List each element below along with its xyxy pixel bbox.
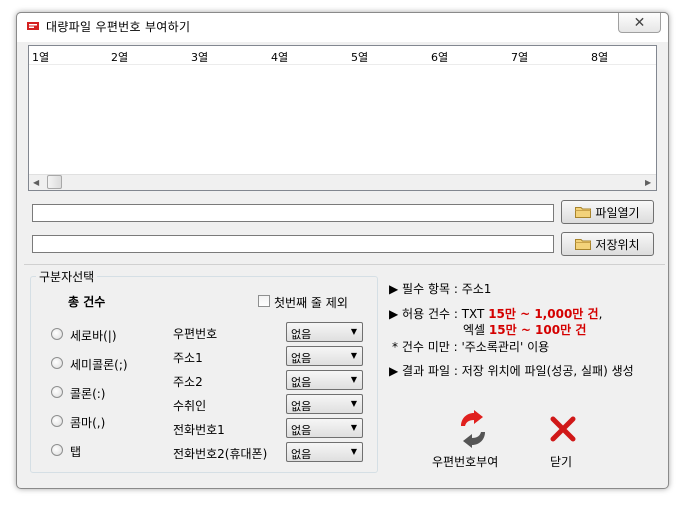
skip-first-row-checkbox[interactable] bbox=[258, 295, 270, 307]
field-label-recipient: 수취인 bbox=[173, 399, 207, 413]
grid-column-header[interactable]: 2열 bbox=[111, 49, 128, 65]
grid-column-header[interactable]: 7열 bbox=[511, 49, 528, 65]
select-value: 없음 bbox=[291, 424, 312, 437]
select-value: 없음 bbox=[291, 376, 312, 389]
chevron-down-icon: ▼ bbox=[350, 447, 357, 456]
folder-icon bbox=[575, 238, 592, 250]
total-count-label: 총 건수 bbox=[68, 295, 106, 309]
select-value: 없음 bbox=[291, 448, 312, 461]
chevron-down-icon: ▼ bbox=[350, 351, 357, 360]
select-value: 없음 bbox=[291, 400, 312, 413]
delimiter-option-label[interactable]: 콤마(,) bbox=[70, 414, 105, 431]
grid-column-header[interactable]: 4열 bbox=[271, 49, 288, 65]
phone1-column-select[interactable]: 없음 ▼ bbox=[286, 418, 363, 438]
address2-column-select[interactable]: 없음 ▼ bbox=[286, 370, 363, 390]
field-label-address2: 주소2 bbox=[173, 375, 203, 389]
select-value: 없음 bbox=[291, 328, 312, 341]
info-allowed-excel: 엑셀 15만 ~ 100만 건 bbox=[463, 321, 586, 338]
address1-column-select[interactable]: 없음 ▼ bbox=[286, 346, 363, 366]
skip-first-row-label[interactable]: 첫번째 줄 제외 bbox=[274, 294, 348, 311]
info-excel-prefix: 엑셀 bbox=[463, 323, 489, 337]
scroll-right-icon[interactable]: ▶ bbox=[645, 178, 651, 187]
close-button[interactable]: 닫기 bbox=[538, 412, 590, 470]
delimiter-radio[interactable] bbox=[51, 357, 63, 369]
grid-column-header[interactable]: 6열 bbox=[431, 49, 448, 65]
chevron-down-icon: ▼ bbox=[350, 327, 357, 336]
recipient-column-select[interactable]: 없음 ▼ bbox=[286, 394, 363, 414]
chevron-down-icon: ▼ bbox=[350, 375, 357, 384]
delimiter-group-legend: 구분자선택 bbox=[36, 268, 98, 285]
delimiter-radio[interactable] bbox=[51, 328, 63, 340]
grid-header: 1열 2열 3열 4열 5열 6열 7열 8열 bbox=[29, 46, 656, 65]
scrollbar-thumb[interactable] bbox=[47, 175, 62, 189]
delimiter-radio[interactable] bbox=[51, 415, 63, 427]
open-file-label: 파일열기 bbox=[595, 205, 640, 220]
delimiter-option-label[interactable]: 콜론(:) bbox=[70, 385, 106, 402]
folder-icon bbox=[575, 206, 592, 218]
close-icon bbox=[550, 416, 576, 442]
save-path-input[interactable] bbox=[32, 235, 554, 253]
data-grid[interactable] bbox=[28, 45, 657, 191]
close-label: 닫기 bbox=[550, 455, 573, 469]
phone2-column-select[interactable]: 없음 ▼ bbox=[286, 442, 363, 462]
delimiter-radio[interactable] bbox=[51, 444, 63, 456]
field-label-zipcode: 우편번호 bbox=[173, 327, 218, 341]
chevron-down-icon: ▼ bbox=[350, 399, 357, 408]
delimiter-option-label[interactable]: 세로바(|) bbox=[70, 327, 117, 344]
grid-column-header[interactable]: 8열 bbox=[591, 49, 608, 65]
grid-column-header[interactable]: 1열 bbox=[32, 49, 49, 65]
field-label-phone2: 전화번호2(휴대폰) bbox=[173, 447, 268, 461]
refresh-icon bbox=[455, 410, 491, 448]
select-value: 없음 bbox=[291, 352, 312, 365]
scroll-left-icon[interactable]: ◀ bbox=[33, 178, 39, 187]
save-location-button[interactable]: 저장위치 bbox=[561, 232, 654, 256]
info-allowed-prefix: ▶ 허용 건수 : TXT bbox=[389, 307, 489, 321]
info-required-fields: ▶ 필수 항목 : 주소1 bbox=[389, 282, 492, 296]
field-label-phone1: 전화번호1 bbox=[173, 423, 225, 437]
grid-column-header[interactable]: 3열 bbox=[191, 49, 208, 65]
delimiter-option-label[interactable]: 탭 bbox=[70, 443, 81, 460]
info-under-count: * 건수 미만 : '주소록관리' 이용 bbox=[392, 340, 550, 354]
info-allowed-count: ▶ 허용 건수 : TXT 15만 ~ 1,000만 건, bbox=[389, 305, 602, 322]
info-result-file: ▶ 결과 파일 : 저장 위치에 파일(성공, 실패) 생성 bbox=[389, 364, 634, 378]
info-allowed-txt-range: 15만 ~ 1,000만 건 bbox=[488, 307, 599, 321]
assign-zipcode-label: 우편번호부여 bbox=[432, 455, 499, 469]
horizontal-scrollbar[interactable] bbox=[29, 174, 656, 190]
divider bbox=[24, 264, 665, 265]
zipcode-column-select[interactable]: 없음 ▼ bbox=[286, 322, 363, 342]
chevron-down-icon: ▼ bbox=[350, 423, 357, 432]
window-title: 대량파일 우편번호 부여하기 bbox=[46, 20, 191, 34]
app-icon bbox=[27, 20, 39, 32]
assign-zipcode-button[interactable]: 우편번호부여 bbox=[425, 408, 521, 470]
window-close-button[interactable]: ✕ bbox=[618, 13, 661, 33]
delimiter-option-label[interactable]: 세미콜론(;) bbox=[70, 356, 128, 373]
save-location-label: 저장위치 bbox=[595, 237, 640, 252]
grid-column-header[interactable]: 5열 bbox=[351, 49, 368, 65]
open-file-path-input[interactable] bbox=[32, 204, 554, 222]
delimiter-radio[interactable] bbox=[51, 386, 63, 398]
info-allowed-suffix: , bbox=[598, 307, 603, 321]
close-icon[interactable]: ✕ bbox=[634, 15, 646, 31]
open-file-button[interactable]: 파일열기 bbox=[561, 200, 654, 224]
info-allowed-excel-range: 15만 ~ 100만 건 bbox=[488, 323, 587, 337]
field-label-address1: 주소1 bbox=[173, 351, 203, 365]
